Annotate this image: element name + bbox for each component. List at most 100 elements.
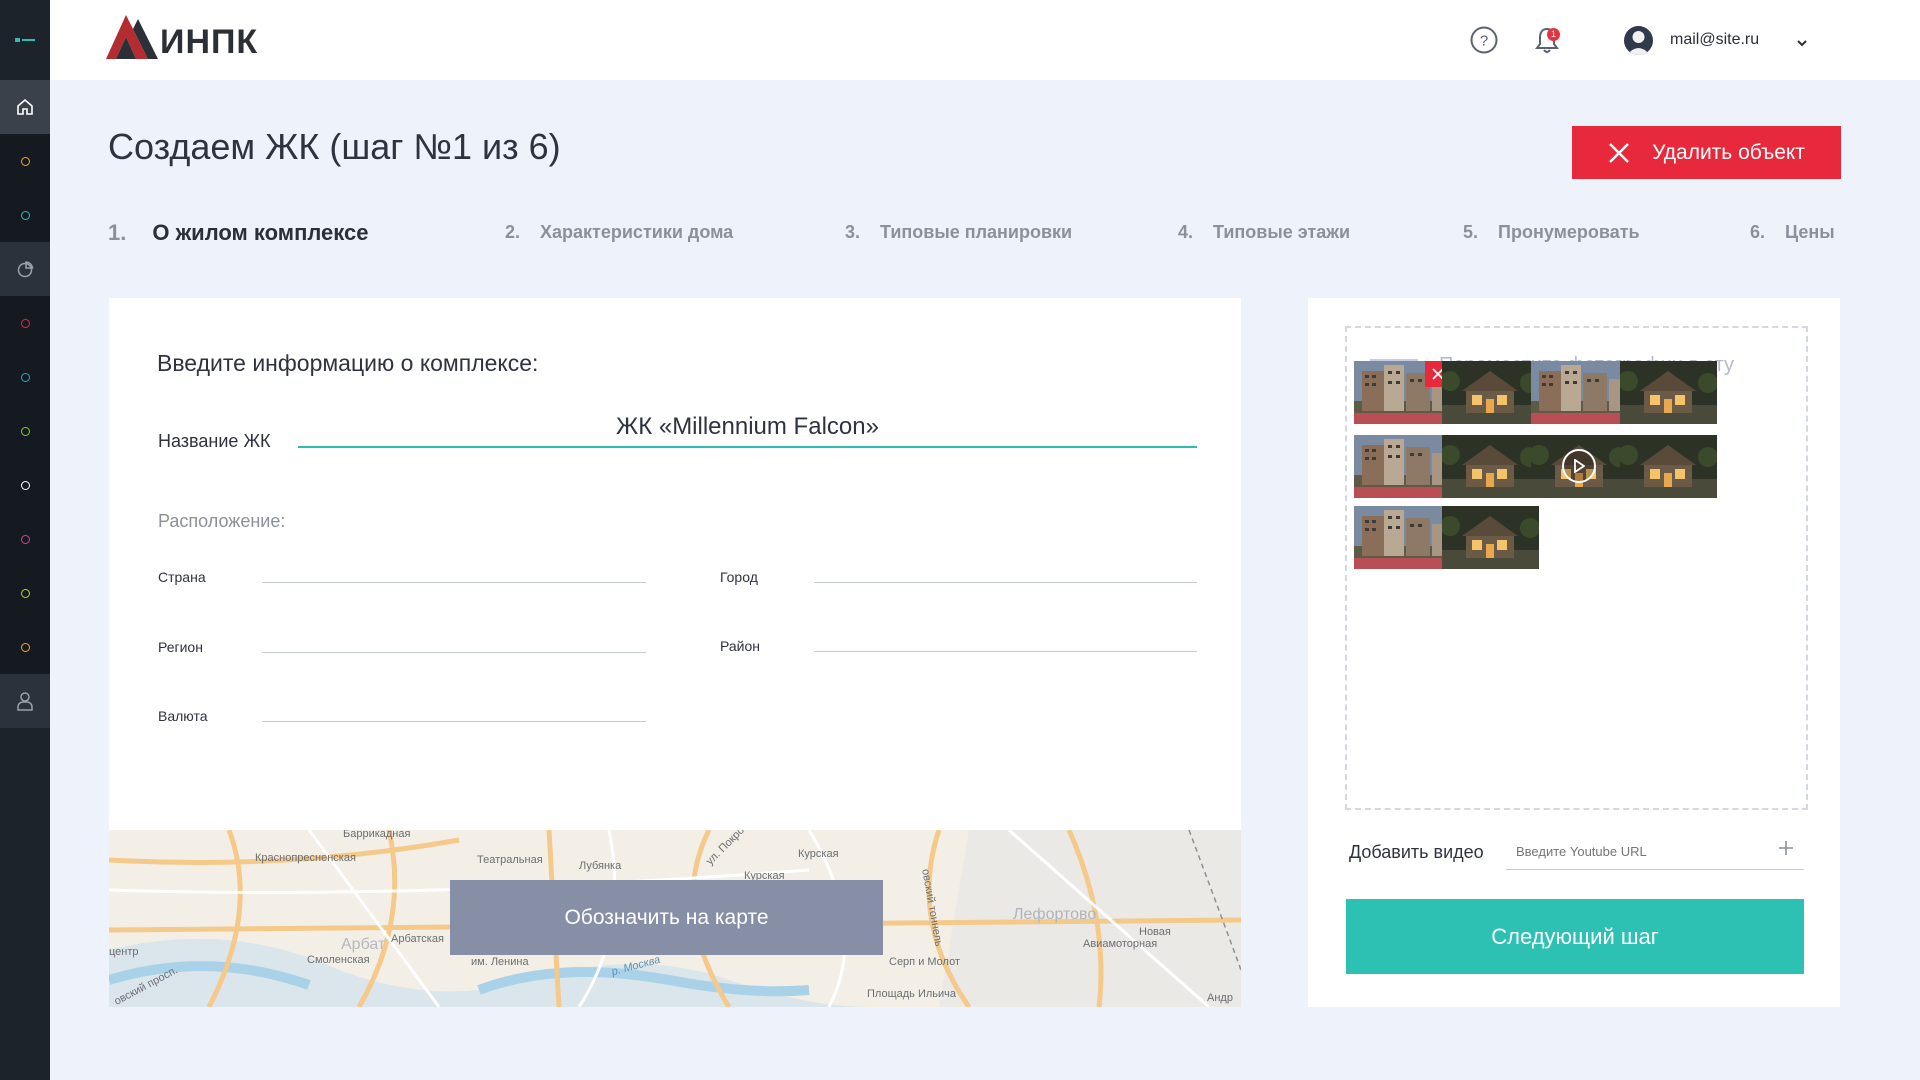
- dot-icon: [20, 480, 30, 490]
- svg-text:?: ?: [1480, 33, 1488, 50]
- logo-text: ИНПК: [160, 23, 259, 61]
- avatar-icon: [1624, 26, 1653, 55]
- step-label: Типовые этажи: [1213, 222, 1351, 242]
- dot-icon: [20, 642, 30, 652]
- youtube-url-input[interactable]: [1506, 834, 1804, 870]
- user-icon: [17, 692, 33, 711]
- notification-badge: 1: [1547, 28, 1560, 41]
- photo-thumbnail[interactable]: [1442, 435, 1539, 498]
- step-label: О жилом комплексе: [152, 220, 369, 245]
- photo-thumbnail[interactable]: [1354, 506, 1451, 569]
- step-number: 1.: [108, 220, 127, 245]
- close-icon: [1609, 142, 1629, 163]
- step-4[interactable]: 4. Типовые этажи: [1178, 222, 1350, 243]
- sidebar-item-1[interactable]: [0, 134, 50, 188]
- sidebar-item-6[interactable]: [0, 458, 50, 512]
- step-label: Пронумеровать: [1498, 222, 1640, 242]
- step-label: Цены: [1785, 222, 1835, 242]
- dot-icon: [20, 426, 30, 436]
- map-label: Лубянка: [579, 860, 622, 872]
- step-number: 6.: [1750, 222, 1766, 242]
- sidebar-item-charts[interactable]: [0, 242, 50, 296]
- location-title: Расположение:: [158, 511, 286, 531]
- photo-thumbnail[interactable]: [1442, 361, 1539, 424]
- currency-field[interactable]: [262, 721, 646, 722]
- region-field[interactable]: [262, 652, 646, 653]
- sidebar-item-4[interactable]: [0, 350, 50, 404]
- home-icon: [17, 98, 33, 115]
- map-label: Серп и Молот: [889, 956, 961, 968]
- help-button[interactable]: ?: [1470, 26, 1498, 59]
- currency-label: Валюта: [158, 708, 208, 724]
- step-1[interactable]: 1. О жилом комплексе: [108, 220, 368, 246]
- step-5[interactable]: 5. Пронумеровать: [1463, 222, 1640, 243]
- play-icon[interactable]: [1562, 449, 1596, 483]
- sidebar-item-9[interactable]: [0, 620, 50, 674]
- map-label: Курская: [798, 848, 839, 860]
- dot-icon: [20, 318, 30, 328]
- map-label: Площадь Ильича: [867, 988, 956, 1000]
- logo-mark-icon: [106, 15, 158, 59]
- company-logo[interactable]: ИНПК: [106, 15, 258, 59]
- step-number: 4.: [1178, 222, 1194, 242]
- top-header: ИНПК ? 1 mail@site.ru: [50, 0, 1920, 80]
- avatar[interactable]: [1624, 26, 1653, 55]
- map-label: Авиамоторная: [1083, 938, 1158, 950]
- region-label: Регион: [158, 639, 203, 655]
- complex-name-input[interactable]: [298, 408, 1197, 448]
- sidebar-item-home[interactable]: [0, 80, 50, 134]
- dot-icon: [20, 372, 30, 382]
- step-number: 3.: [845, 222, 861, 242]
- video-thumbnail[interactable]: [1531, 435, 1628, 498]
- photo-thumbnail[interactable]: [1620, 361, 1717, 424]
- map-label: им. Ленина: [471, 956, 529, 968]
- sidebar-item-7[interactable]: [0, 512, 50, 566]
- country-label: Страна: [158, 569, 206, 585]
- step-2[interactable]: 2. Характеристики дома: [505, 222, 733, 243]
- pie-chart-icon: [17, 261, 34, 278]
- next-step-button[interactable]: Следующий шаг: [1346, 899, 1804, 974]
- media-card: Переместите фотографии в эту область либ…: [1308, 298, 1840, 1007]
- photo-thumbnail[interactable]: [1531, 361, 1628, 424]
- user-menu-toggle[interactable]: [1796, 34, 1808, 52]
- step-6[interactable]: 6. Цены: [1750, 222, 1835, 243]
- complex-info-card: Введите информацию о комплексе: Название…: [109, 298, 1241, 1007]
- district-field[interactable]: [814, 651, 1197, 652]
- country-field[interactable]: [262, 582, 646, 583]
- sidebar-item-3[interactable]: [0, 296, 50, 350]
- city-field[interactable]: [814, 582, 1197, 583]
- map-label: Лефортово: [1013, 906, 1097, 923]
- menu-icon: [15, 38, 35, 42]
- dot-icon: [20, 534, 30, 544]
- city-label: Город: [720, 569, 758, 585]
- sidebar-item-8[interactable]: [0, 566, 50, 620]
- sidebar: [0, 0, 50, 1080]
- photo-thumbnail[interactable]: [1442, 506, 1539, 569]
- sidebar-item-users[interactable]: [0, 674, 50, 728]
- map-label: Арбатская: [391, 933, 444, 945]
- location-map[interactable]: Баррикадная Краснопресненская Театральна…: [109, 830, 1241, 1007]
- dot-icon: [20, 156, 30, 166]
- help-icon: ?: [1470, 26, 1498, 54]
- photo-thumbnail[interactable]: [1620, 435, 1717, 498]
- step-label: Типовые планировки: [880, 222, 1073, 242]
- sidebar-item-2[interactable]: [0, 188, 50, 242]
- complex-name-label: Название ЖК: [158, 431, 271, 451]
- map-label: Новая: [1139, 926, 1171, 938]
- sidebar-menu-toggle[interactable]: [0, 0, 50, 80]
- mark-on-map-button[interactable]: Обозначить на карте: [450, 880, 883, 955]
- chevron-down-icon: [1797, 40, 1807, 47]
- step-label: Характеристики дома: [540, 222, 734, 242]
- photo-thumbnail[interactable]: [1354, 435, 1451, 498]
- step-number: 5.: [1463, 222, 1479, 242]
- sidebar-dot-group-2: [0, 296, 50, 674]
- map-label: центр: [109, 946, 139, 958]
- sidebar-dot-group-1: [0, 134, 50, 242]
- map-label: Баррикадная: [343, 830, 411, 840]
- form-intro: Введите информацию о комплексе:: [157, 350, 539, 376]
- delete-object-button[interactable]: Удалить объект: [1572, 126, 1841, 179]
- add-video-button[interactable]: [1778, 840, 1794, 861]
- user-email[interactable]: mail@site.ru: [1670, 31, 1759, 49]
- sidebar-item-5[interactable]: [0, 404, 50, 458]
- step-3[interactable]: 3. Типовые планировки: [845, 222, 1072, 243]
